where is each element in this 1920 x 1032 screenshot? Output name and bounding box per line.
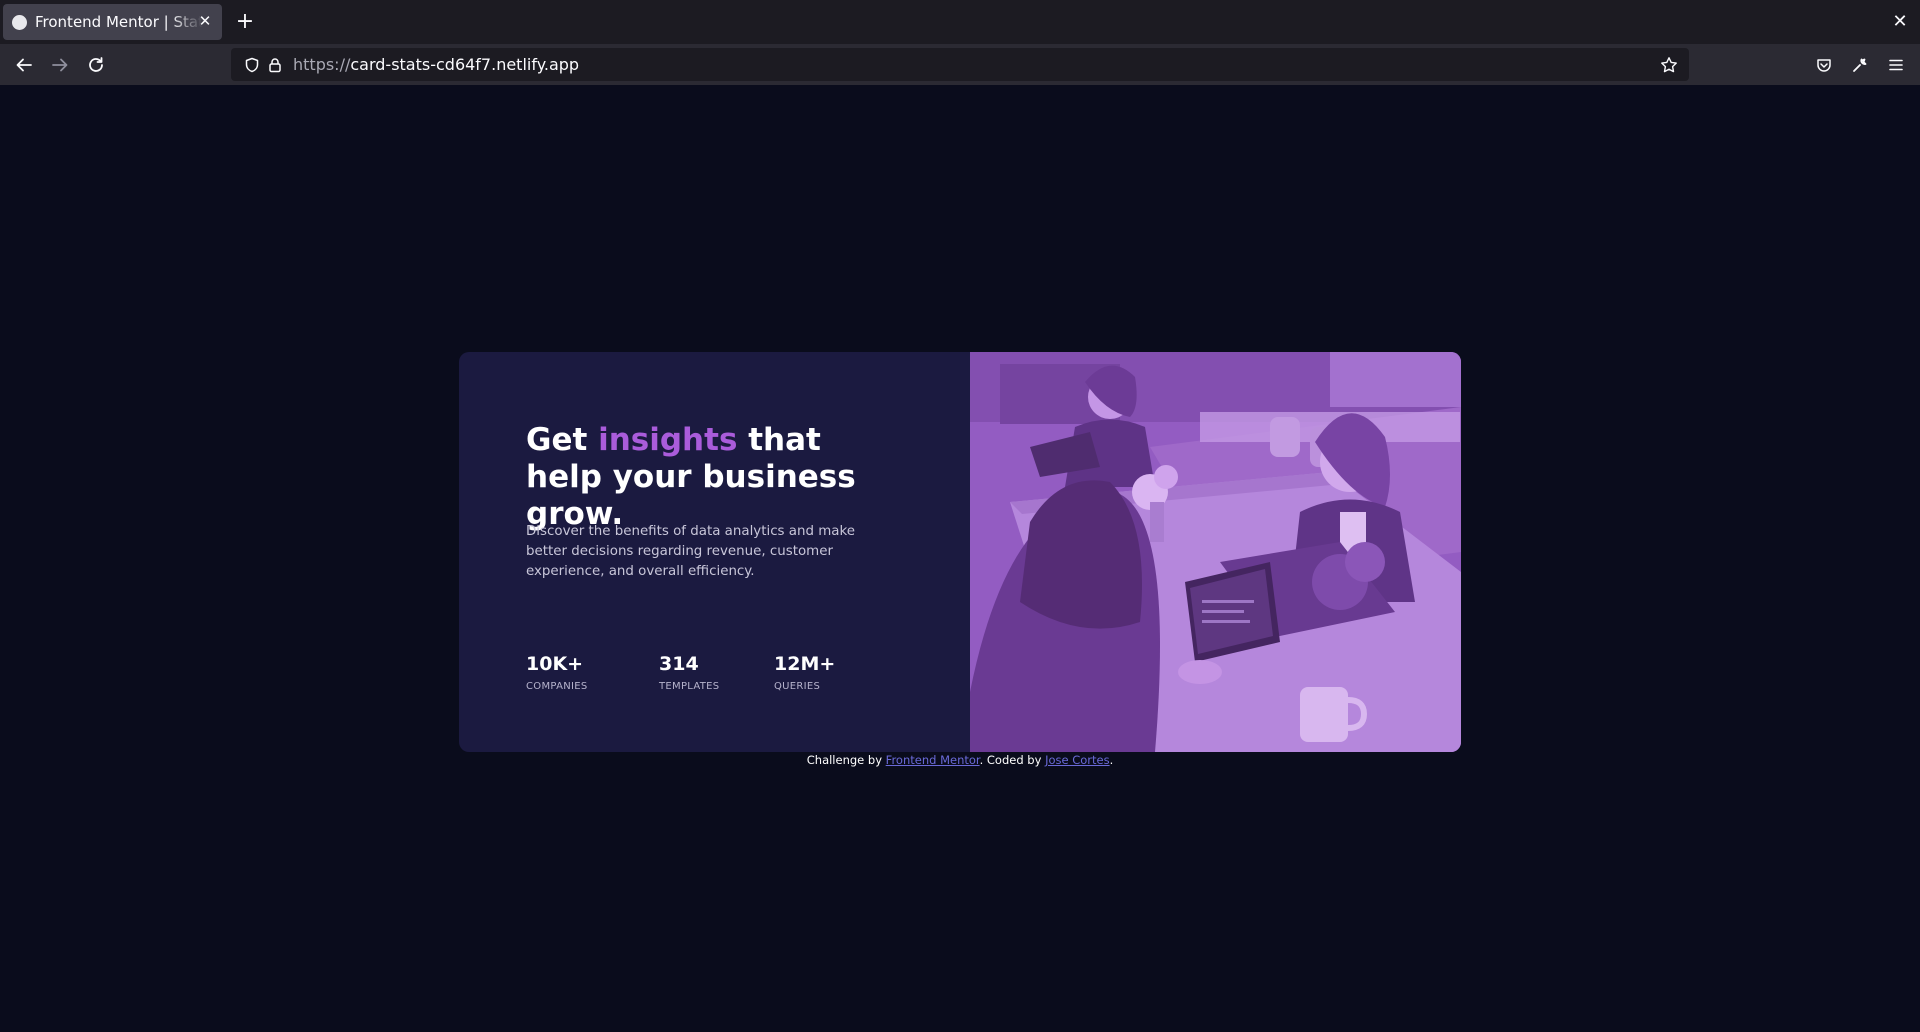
headline-start: Get xyxy=(526,422,599,458)
back-icon[interactable] xyxy=(11,52,37,78)
url-host: card-stats-cd64f7.netlify.app xyxy=(350,55,580,74)
pocket-icon[interactable] xyxy=(1811,52,1837,78)
forward-icon[interactable] xyxy=(47,52,73,78)
headline-accent-word: insights xyxy=(598,422,738,458)
browser-nav-bar: https://card-stats-cd64f7.netlify.app xyxy=(0,44,1920,85)
wrench-icon[interactable] xyxy=(1847,52,1873,78)
attribution-footer: Challenge by Frontend Mentor. Coded by J… xyxy=(0,752,1920,768)
browser-tab[interactable]: Frontend Mentor | Stats preview card com… xyxy=(3,4,222,40)
menu-icon[interactable] xyxy=(1883,52,1909,78)
address-bar[interactable]: https://card-stats-cd64f7.netlify.app xyxy=(231,48,1689,81)
bookmark-star-icon[interactable] xyxy=(1656,52,1682,78)
card-text-panel: Get insights that help your business gro… xyxy=(459,352,970,752)
footer-suffix: . xyxy=(1109,753,1114,767)
new-tab-icon[interactable]: + xyxy=(235,9,255,35)
card-headline: Get insights that help your business gro… xyxy=(526,422,906,533)
footer-middle: . Coded by xyxy=(979,753,1046,767)
footer-prefix: Challenge by xyxy=(806,753,886,767)
office-photo-illustration xyxy=(970,352,1461,752)
author-link[interactable]: Jose Cortes xyxy=(1045,753,1110,767)
stat-queries: 12M+ QUERIES xyxy=(774,652,835,692)
reload-icon[interactable] xyxy=(83,52,109,78)
stat-value: 10K+ xyxy=(526,653,584,675)
office-photo xyxy=(970,352,1461,752)
tab-close-icon[interactable]: ✕ xyxy=(197,13,213,29)
stat-companies: 10K+ COMPANIES xyxy=(526,652,588,692)
stats-preview-card: Get insights that help your business gro… xyxy=(459,352,1461,752)
stat-value: 12M+ xyxy=(774,653,836,675)
browser-tab-bar: Frontend Mentor | Stats preview card com… xyxy=(0,0,1920,44)
card-description: Discover the benefits of data analytics … xyxy=(526,524,856,579)
url-text[interactable]: https://card-stats-cd64f7.netlify.app xyxy=(293,55,579,74)
window-close-icon[interactable]: ✕ xyxy=(1890,10,1910,34)
url-scheme: https:// xyxy=(293,55,351,74)
stat-templates: 314 TEMPLATES xyxy=(659,652,719,692)
stat-label: TEMPLATES xyxy=(659,681,720,692)
stat-label: COMPANIES xyxy=(526,681,588,692)
frontend-mentor-link[interactable]: Frontend Mentor xyxy=(886,753,980,767)
tab-title: Frontend Mentor | Stats preview card com… xyxy=(35,13,203,31)
stat-label: QUERIES xyxy=(774,681,821,692)
stat-value: 314 xyxy=(659,653,699,675)
lock-icon[interactable] xyxy=(262,52,288,78)
favicon-icon xyxy=(12,14,27,30)
